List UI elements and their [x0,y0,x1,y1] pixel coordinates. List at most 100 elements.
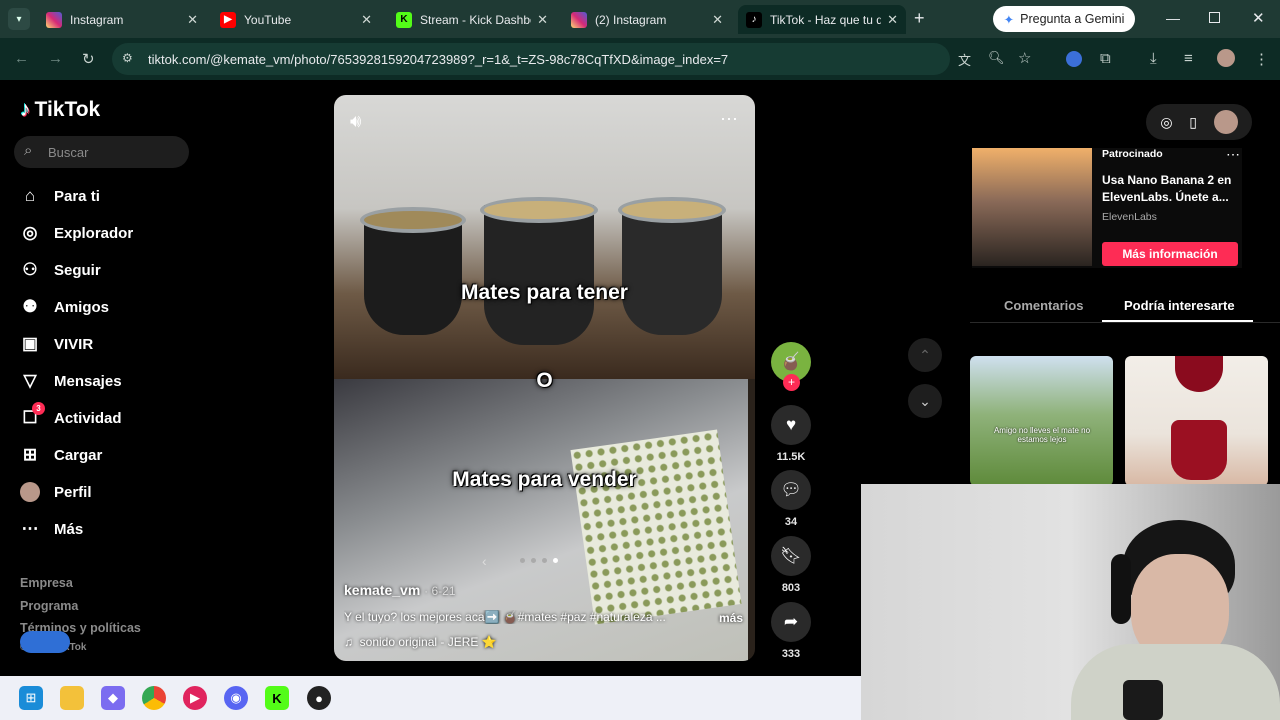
gemini-button[interactable]: ✦ Pregunta a Gemini [993,6,1135,32]
nav-item-perfil[interactable]: Perfil [20,482,92,502]
download-icon[interactable]: ⤓ [1150,50,1157,67]
volume-icon[interactable]: 🔊︎ [350,111,361,132]
comment-button[interactable]: 💬︎ 34 [771,470,811,528]
suggested-thumbnail[interactable]: Amigo no lleves el mate no estamos lejos [970,356,1113,486]
ad-more-icon[interactable]: ⋯ [1226,146,1240,163]
mate-cup [618,197,726,335]
browser-tab-youtube[interactable]: ▶ YouTube ✕ [212,5,380,34]
heart-icon[interactable]: ♥ [771,405,811,445]
nav-item-actividad[interactable]: ☐ 3 Actividad [20,402,122,428]
device-icon[interactable]: ▯ [1189,114,1197,131]
bombilla-board [570,429,742,625]
browser-tab-tiktok[interactable]: ♪ TikTok - Haz que tu d ✕ [738,5,906,34]
address-bar[interactable]: ⚙ tiktok.com/@kemate_vm/photo/7653928159… [112,43,1031,75]
thumbnail-caption: Amigo no lleves el mate no estamos lejos [993,426,1091,444]
nav-item-para-ti[interactable]: ⌂ Para ti [20,186,100,206]
red-glass [1175,356,1223,392]
browser-tab-instagram[interactable]: Instagram ✕ [38,5,206,34]
video-author[interactable]: kemate_vm · 6-21 [344,582,456,598]
webcam-overlay [861,484,1280,720]
nav-item-vivir[interactable]: ▣ VIVIR [20,334,93,354]
chrome-icon[interactable] [142,686,166,710]
new-tab-button[interactable]: + [914,8,925,29]
compass-icon: ◎ [22,223,38,242]
carousel-prev-arrow[interactable]: ‹ [482,553,487,569]
back-icon[interactable]: ← [14,50,29,67]
tab-suggested[interactable]: Podría interesarte [1124,298,1235,313]
kick-icon[interactable]: K [265,686,289,710]
follow-plus-icon[interactable]: + [783,374,800,391]
nav-item-explorador[interactable]: ◎ Explorador [20,223,134,243]
floating-toggle-icon[interactable] [20,631,70,653]
nav-item-mas[interactable]: ⋯ Más [20,519,84,539]
close-window-button[interactable]: ✕ [1252,9,1265,27]
photo-top-mates [334,95,755,379]
overlay-text-bottom: Mates para vender [452,468,637,491]
caption-more-link[interactable]: más [719,611,743,625]
discord-icon[interactable]: ◉ [224,686,248,710]
ad-image [972,148,1092,266]
browser-tab-instagram-2[interactable]: (2) Instagram ✕ [563,5,731,34]
friends-icon: ⚉ [22,297,38,316]
extensions-puzzle-icon[interactable]: ⧉ [1100,50,1111,67]
forward-icon[interactable]: → [48,50,63,67]
close-icon[interactable]: ✕ [537,12,548,28]
like-button[interactable]: ♥ 11.5K [771,405,811,463]
menu-kebab-icon[interactable]: ⋮ [1254,50,1269,68]
footer-link-programa[interactable]: Programa [20,599,78,613]
tiktok-logo[interactable]: ♪ TikTok [20,98,100,122]
media-player-icon[interactable]: ▶ [183,686,207,710]
previous-video-button[interactable]: ⌃ [908,338,942,372]
tab-search-dropdown[interactable]: ▾ [8,8,30,30]
search-icon: ⌕ [24,142,33,159]
music-note-icon: ♫ [344,635,353,649]
tab-comments[interactable]: Comentarios [1004,298,1083,313]
restore-button[interactable] [1209,12,1220,23]
compass-icon[interactable]: ◎ [1160,114,1172,131]
share-icon[interactable]: ➦ [771,602,811,642]
media-controls-icon[interactable]: ≡ [1184,50,1193,67]
kick-icon: K [396,11,412,28]
file-explorer-icon[interactable] [60,686,84,710]
nav-item-amigos[interactable]: ⚉ Amigos [20,297,109,317]
close-icon[interactable]: ✕ [712,12,723,28]
video-caption: Y el tuyo? los mejores aca➡️ 🧉#mates #pa… [344,610,666,624]
zoom-icon[interactable]: 🔍︎ [988,50,1005,66]
minimize-button[interactable]: — [1166,10,1180,26]
nav-item-mensajes[interactable]: ▽ Mensajes [20,371,121,391]
video-player[interactable]: Mates para tener O Mates para vender 🔊︎ … [334,95,755,661]
activity-badge: 3 [32,402,45,415]
next-video-button[interactable]: ⌄ [908,384,942,418]
close-icon[interactable]: ✕ [187,12,198,28]
home-icon: ⌂ [24,186,36,205]
suggested-thumbnail[interactable] [1125,356,1268,486]
obs-icon[interactable]: ● [307,686,331,710]
user-follow-icon: ⚇ [22,260,38,279]
share-button[interactable]: ➦ 333 [771,602,811,660]
search-input[interactable]: ⌕ Buscar [14,136,189,168]
sound-info[interactable]: ♫ sonido original - JERE ⭐ [344,635,497,649]
profile-avatar[interactable] [1213,110,1238,134]
extension-icon[interactable] [1066,51,1082,67]
more-options-icon[interactable]: ⋯ [720,109,738,130]
close-icon[interactable]: ✕ [361,12,372,28]
bookmark-icon[interactable]: 🔖︎ [771,536,811,576]
site-settings-icon[interactable]: ⚙ [122,51,133,65]
profile-avatar[interactable] [1217,49,1235,67]
windows-start-icon[interactable]: ⊞ [19,686,43,710]
comment-icon[interactable]: 💬︎ [771,470,811,510]
nav-item-seguir[interactable]: ⚇ Seguir [20,260,100,280]
creator-avatar[interactable]: 🧉 + [771,342,811,391]
close-icon[interactable]: ✕ [887,12,898,28]
nav-item-cargar[interactable]: ⊞ Cargar [20,445,102,465]
app-icon[interactable]: ◆ [101,686,125,710]
browser-tab-kick[interactable]: K Stream - Kick Dashbo ✕ [388,5,556,34]
sponsored-ad[interactable]: Patrocinado ⋯ Usa Nano Banana 2 en Eleve… [972,146,1242,268]
translate-icon[interactable]: 文 [958,50,971,69]
reload-icon[interactable]: ↻ [82,50,95,68]
bookmark-star-icon[interactable]: ☆ [1018,49,1031,67]
save-button[interactable]: 🔖︎ 803 [771,536,811,594]
ad-cta-button[interactable]: Más información [1102,242,1238,266]
instagram-icon [46,11,62,28]
footer-link-empresa[interactable]: Empresa [20,576,73,590]
